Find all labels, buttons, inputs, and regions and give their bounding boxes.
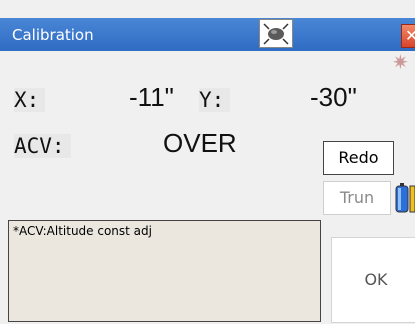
- x-label: X:: [14, 88, 46, 112]
- top-strip: [0, 0, 415, 18]
- acv-label: ACV:: [14, 134, 71, 158]
- battery-icon: [394, 182, 415, 215]
- ok-button[interactable]: OK: [331, 237, 415, 323]
- acv-value: OVER: [163, 128, 237, 158]
- y-label: Y:: [199, 88, 231, 112]
- close-button[interactable]: ✕: [401, 24, 415, 48]
- y-value: -30": [310, 82, 357, 112]
- note-text-box: *ACV:Altitude const adj: [8, 220, 321, 322]
- level-bubble-icon[interactable]: [259, 19, 293, 48]
- redo-button[interactable]: Redo: [323, 141, 394, 175]
- trun-button[interactable]: Trun: [323, 181, 391, 215]
- title-bar: Calibration: [0, 18, 415, 51]
- window-title: Calibration: [12, 26, 94, 44]
- star-icon: ✷: [392, 50, 409, 74]
- x-value: -11": [129, 82, 174, 112]
- note-text: *ACV:Altitude const adj: [13, 224, 152, 238]
